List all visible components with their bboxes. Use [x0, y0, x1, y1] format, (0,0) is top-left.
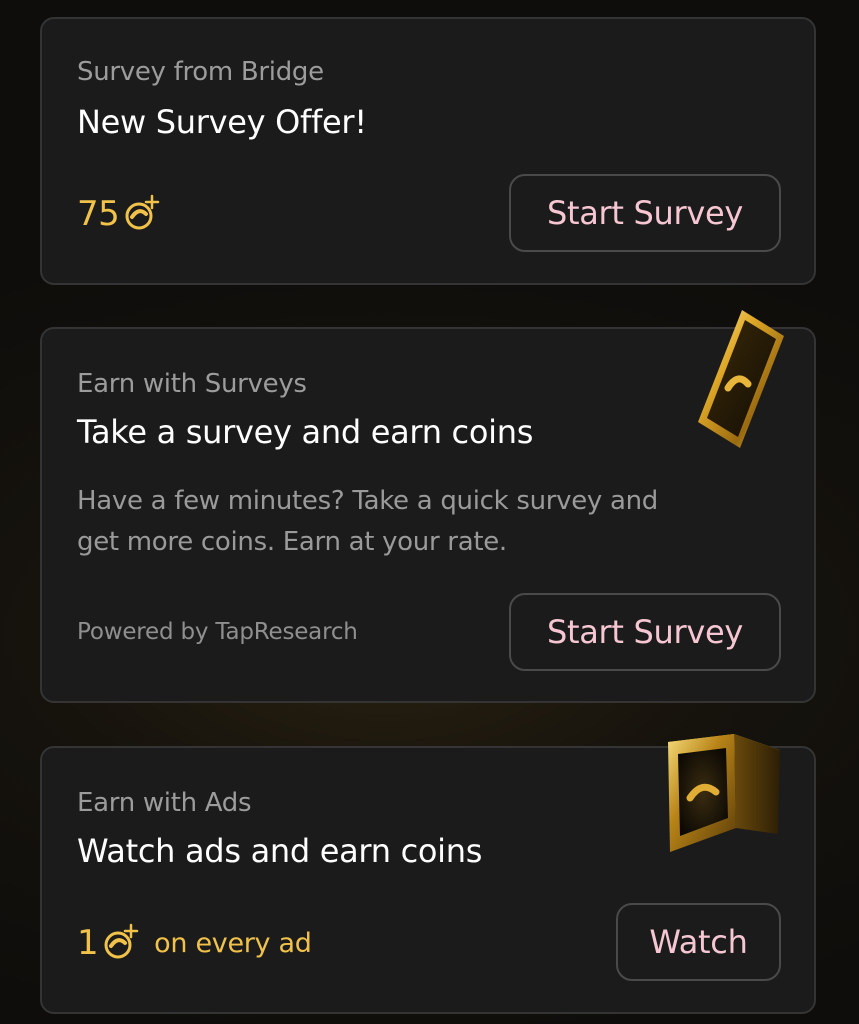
description-line: Have a few minutes? Take a quick survey …	[77, 486, 658, 516]
start-survey-button[interactable]: Start Survey	[509, 174, 781, 252]
watch-button[interactable]: Watch	[616, 903, 781, 981]
card-eyebrow: Survey from Bridge	[77, 57, 324, 87]
coin-plus-icon	[125, 194, 160, 230]
gold-tv-icon	[668, 734, 780, 852]
card-eyebrow: Earn with Surveys	[77, 369, 307, 399]
reward-amount: 1 on every ad	[77, 921, 312, 965]
card-title: Take a survey and earn coins	[77, 413, 534, 451]
reward-value: 75	[77, 194, 120, 234]
card-title: New Survey Offer!	[77, 103, 367, 141]
gold-phone-icon	[698, 310, 784, 448]
survey-offer-card: Survey from Bridge New Survey Offer! 75 …	[40, 17, 816, 285]
reward-suffix: on every ad	[154, 927, 312, 959]
start-survey-button[interactable]: Start Survey	[509, 593, 781, 671]
reward-amount: 75	[77, 192, 165, 236]
description-line: get more coins. Earn at your rate.	[77, 527, 507, 557]
card-title: Watch ads and earn coins	[77, 832, 483, 870]
card-eyebrow: Earn with Ads	[77, 788, 252, 818]
powered-by-label: Powered by TapResearch	[77, 619, 358, 645]
card-description: Have a few minutes? Take a quick survey …	[77, 481, 767, 563]
reward-value: 1	[77, 923, 99, 963]
coin-plus-icon	[104, 923, 139, 959]
